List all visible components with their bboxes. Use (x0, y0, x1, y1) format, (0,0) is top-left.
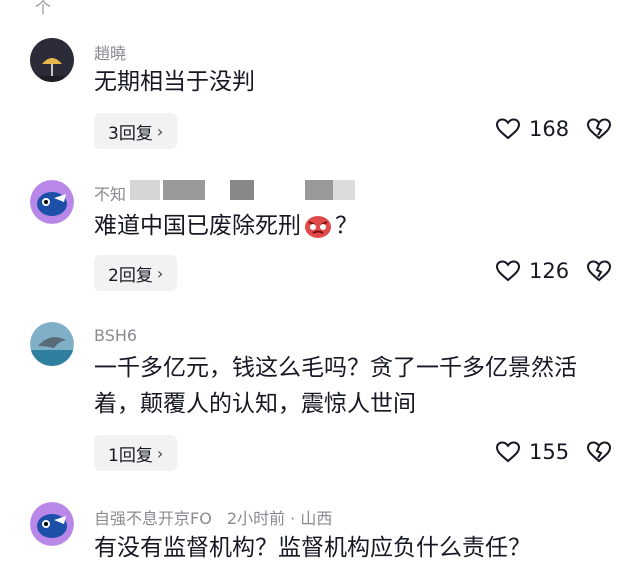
dislike-button[interactable] (586, 440, 612, 468)
comment-text: 难道中国已废除死刑 ？ (94, 208, 612, 244)
lamp-avatar-icon (30, 38, 74, 82)
redacted-username-blur (305, 180, 333, 200)
comment-text: 无期相当于没判 (94, 69, 255, 95)
redacted-username-blur (333, 180, 355, 200)
username-text: 自强不息开京FO (94, 509, 212, 528)
redacted-username-blur (130, 180, 160, 200)
comment-text-main: 难道中国已废除死刑 (94, 213, 301, 239)
redacted-username-blur (230, 180, 254, 200)
user-avatar[interactable] (30, 180, 74, 224)
like-button[interactable]: 168 (495, 117, 569, 141)
like-count: 155 (529, 440, 570, 464)
dislike-button[interactable] (586, 117, 612, 145)
heart-icon (495, 118, 521, 140)
reply-count-label: 1回复 (108, 445, 153, 466)
redacted-username-blur (163, 180, 205, 200)
cartoon-avatar-icon (30, 180, 74, 224)
previous-comment-fragment: 个 (35, 0, 52, 17)
user-avatar[interactable] (30, 502, 74, 546)
dolphin-avatar-icon (30, 322, 74, 366)
chevron-right-icon: › (156, 121, 164, 141)
view-replies-button[interactable]: 2回复 › (94, 255, 178, 291)
heart-icon (495, 260, 521, 282)
view-replies-button[interactable]: 1回复 › (94, 435, 178, 471)
like-count: 168 (529, 117, 570, 141)
user-avatar[interactable] (30, 38, 74, 82)
comment-username[interactable]: BSH6 (94, 326, 137, 345)
comment-text-suffix: ？ (335, 213, 358, 239)
reply-count-label: 2回复 (108, 265, 153, 286)
comment-username[interactable]: 不知 (94, 181, 126, 205)
view-replies-button[interactable]: 3回复 › (94, 113, 178, 149)
comment-text: 一千多亿元，钱这么毛吗？贪了一千多亿景然活着，颠覆人的认知，震惊人世间 (94, 355, 577, 417)
comment-meta: 2小时前 · 山西 (226, 509, 333, 528)
cartoon-avatar-icon (30, 502, 74, 546)
broken-heart-icon (586, 441, 612, 463)
like-count: 126 (529, 259, 570, 283)
user-avatar[interactable] (30, 322, 74, 366)
comment-text: 有没有监督机构？监督机构应负什么责任？ (94, 535, 531, 561)
reply-count-label: 3回复 (108, 123, 153, 144)
broken-heart-icon (586, 260, 612, 282)
broken-heart-icon (586, 118, 612, 140)
comment-username[interactable]: 自强不息开京FO 2小时前 · 山西 (94, 505, 332, 529)
chevron-right-icon: › (156, 443, 164, 463)
heart-icon (495, 441, 521, 463)
comment-username[interactable]: 趙曉 (94, 40, 126, 64)
like-button[interactable]: 155 (495, 440, 569, 464)
dislike-button[interactable] (586, 259, 612, 287)
angry-face-emoji-icon (304, 214, 332, 238)
like-button[interactable]: 126 (495, 259, 569, 283)
chevron-right-icon: › (156, 263, 164, 283)
